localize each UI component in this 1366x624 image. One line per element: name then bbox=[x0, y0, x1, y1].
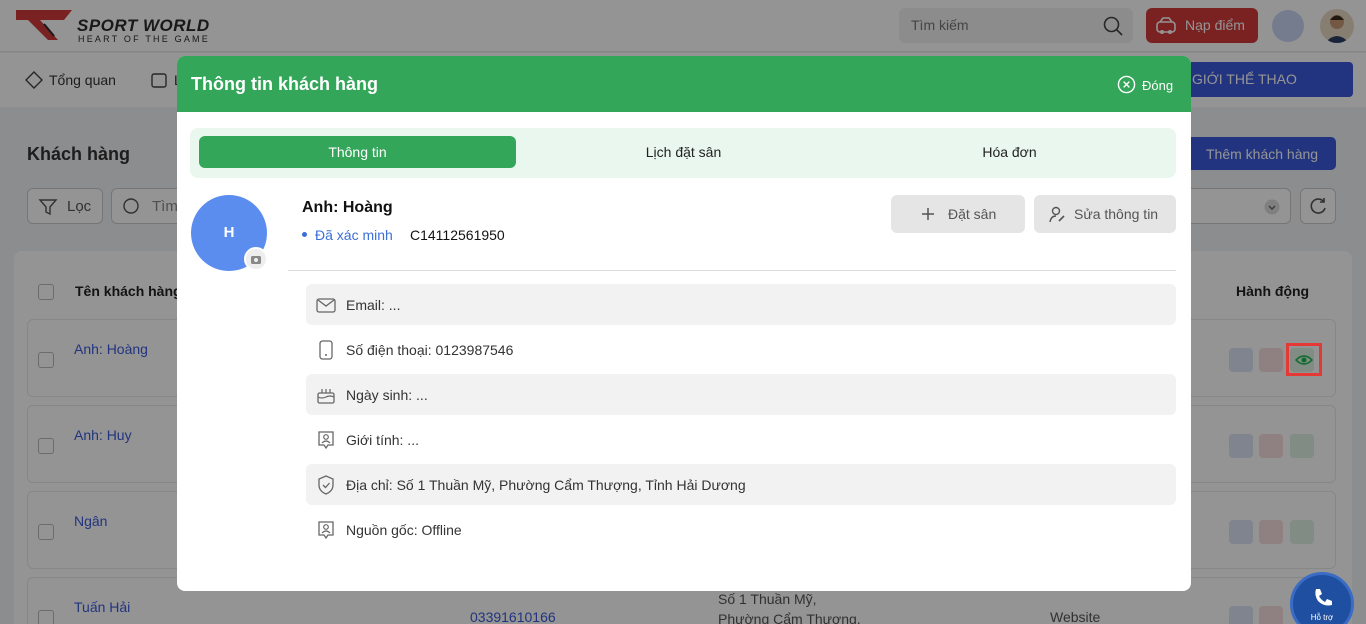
gender-icon bbox=[318, 431, 334, 450]
user-edit-icon bbox=[1049, 206, 1065, 223]
modal-header: Thông tin khách hàng Đóng bbox=[177, 56, 1191, 112]
location-icon bbox=[318, 475, 334, 495]
verified-status: Đã xác minh bbox=[302, 227, 393, 243]
phone-icon bbox=[319, 340, 333, 360]
tab-info[interactable]: Thông tin bbox=[199, 136, 516, 168]
tab-booking-schedule[interactable]: Lịch đặt sân bbox=[525, 136, 842, 168]
info-row-email: Email: ... bbox=[306, 284, 1176, 325]
info-row-phone: Số điện thoại: 0123987546 bbox=[306, 329, 1176, 370]
customer-name: Anh: Hoàng bbox=[302, 199, 393, 216]
info-row-birthday: Ngày sinh: ... bbox=[306, 374, 1176, 415]
eye-icon bbox=[1295, 355, 1313, 365]
modal-tabs: Thông tin Lịch đặt sân Hóa đơn bbox=[190, 128, 1176, 178]
info-row-address: Địa chỉ: Số 1 Thuần Mỹ, Phường Cẩm Thượn… bbox=[306, 464, 1176, 505]
book-court-button[interactable]: Đặt sân bbox=[891, 195, 1025, 233]
tab-invoices[interactable]: Hóa đơn bbox=[851, 136, 1168, 168]
phone-call-icon bbox=[1315, 589, 1332, 606]
cake-icon bbox=[317, 389, 335, 404]
divider bbox=[288, 270, 1176, 271]
camera-icon[interactable] bbox=[244, 247, 268, 271]
support-label: Hỗ trợ bbox=[1310, 613, 1334, 622]
mail-icon bbox=[316, 298, 336, 313]
close-circle-icon bbox=[1117, 75, 1136, 94]
view-button-highlight[interactable] bbox=[1286, 343, 1322, 376]
edit-info-button[interactable]: Sửa thông tin bbox=[1034, 195, 1176, 233]
close-label: Đóng bbox=[1142, 78, 1174, 93]
customer-info-modal: Thông tin khách hàng Đóng Thông tin Lịch… bbox=[177, 56, 1191, 591]
info-row-gender: Giới tính: ... bbox=[306, 419, 1176, 460]
status-dot bbox=[302, 232, 307, 237]
info-row-source: Nguồn gốc: Offline bbox=[306, 509, 1176, 550]
customer-code: C14112561950 bbox=[410, 227, 505, 243]
source-icon bbox=[318, 521, 334, 540]
plus-icon bbox=[922, 208, 934, 220]
modal-title: Thông tin khách hàng bbox=[191, 74, 378, 94]
